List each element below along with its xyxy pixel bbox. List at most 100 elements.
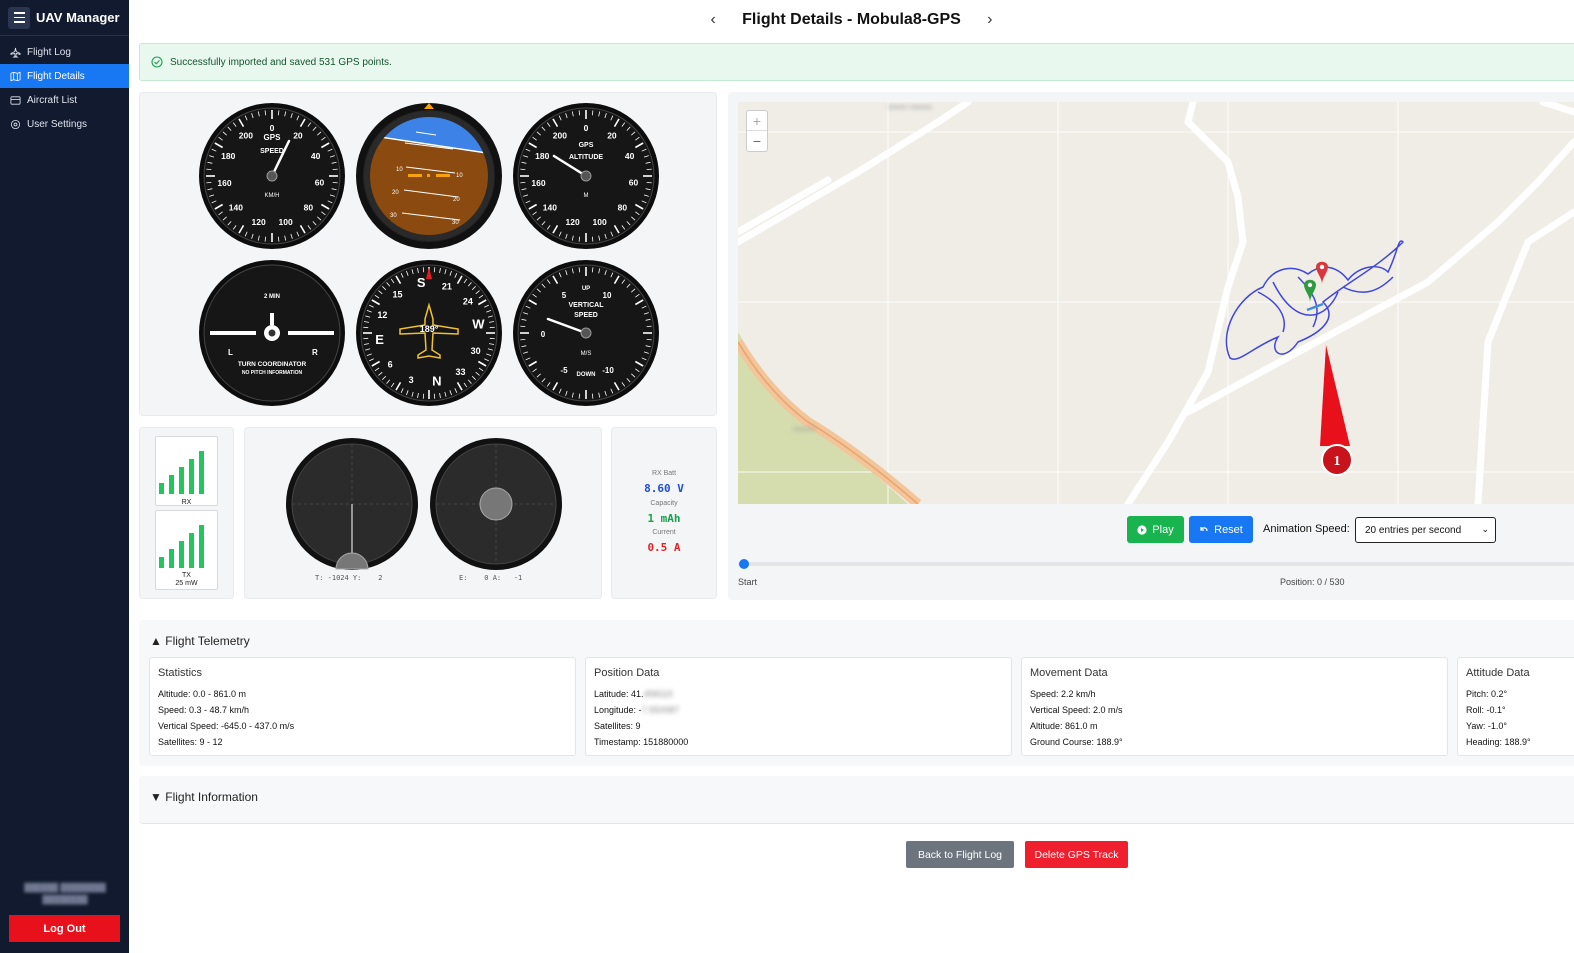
vertical-speed-gauge: UP VERTICAL SPEED M/S DOWN 0 5 10 -5 -10 <box>513 260 659 406</box>
zoom-out-button[interactable]: − <box>747 131 767 151</box>
gauge-tick-label: 12 <box>377 310 387 320</box>
sidebar-header: UAV Manager <box>0 0 129 36</box>
gauge-tick-label: 140 <box>229 203 243 213</box>
gauge-tick-label: N <box>432 374 441 389</box>
vspeed-tick-label: 0 <box>541 330 546 339</box>
card-title: Attitude Data <box>1466 667 1530 679</box>
gauge-tick-label: 60 <box>629 178 639 188</box>
sidebar-item-flight-details[interactable]: Flight Details <box>0 64 129 88</box>
attitude-data-card: Attitude Data Pitch: 0.2° Roll: -0.1° Ya… <box>1457 657 1574 756</box>
previous-flight-icon[interactable]: ‹ <box>706 11 720 29</box>
card-title: Statistics <box>158 667 203 679</box>
gauge-tick-label: 160 <box>217 178 231 188</box>
card-line: Altitude: 0.0 - 861.0 m <box>158 689 247 699</box>
back-to-flight-log-button[interactable]: Back to Flight Log <box>906 841 1014 868</box>
sidebar-item-label: Aircraft List <box>27 94 78 106</box>
card-line: Satellites: 9 <box>594 721 641 731</box>
turn-coordinator-subtitle: NO PITCH INFORMATION <box>242 370 303 376</box>
logout-button[interactable]: Log Out <box>9 915 120 942</box>
card-line: Ground Course: 188.9° <box>1030 737 1123 747</box>
telemetry-toggle[interactable]: ▲ Flight Telemetry <box>150 634 250 648</box>
caret-up-icon: ▲ <box>150 634 162 648</box>
sidebar-item-user-settings[interactable]: User Settings <box>0 112 129 136</box>
page-title: Flight Details - Mobula8-GPS <box>742 11 961 28</box>
speed-gauge-title: GPS <box>264 133 282 142</box>
gauge-tick <box>646 338 652 341</box>
gauge-tick-label: 140 <box>543 203 557 213</box>
gauge-tick <box>591 236 594 242</box>
pitch-mark-label: 30 <box>452 220 459 226</box>
tx-label: TX <box>182 572 191 579</box>
gauge-tick <box>646 325 652 328</box>
card-line: Pitch: 0.2° <box>1466 689 1508 699</box>
card-line: Vertical Speed: 2.0 m/s <box>1030 705 1123 715</box>
gauge-tick <box>646 181 652 184</box>
chevron-down-icon: ⌄ <box>1481 524 1489 534</box>
rx-signal-box: RX <box>155 436 218 506</box>
gauge-tick-label: 0 <box>584 123 589 133</box>
altitude-gauge-title: GPS <box>579 142 594 149</box>
animation-speed-select[interactable]: 20 entries per second ⌄ <box>1355 517 1496 543</box>
speed-gauge-subtitle: SPEED <box>260 148 284 155</box>
right-stick-readout: E: 0 A: -1 <box>459 574 523 582</box>
sidebar-item-label: Flight Log <box>27 46 71 58</box>
delete-gps-track-button[interactable]: Delete GPS Track <box>1025 841 1128 868</box>
gauge-tick <box>520 325 526 328</box>
vspeed-tick-label: -5 <box>560 366 568 375</box>
vspeed-down-label: DOWN <box>577 372 596 378</box>
card-line: Latitude: 41.458115 <box>594 686 1011 702</box>
pitch-mark-label: 10 <box>396 167 403 173</box>
sidebar-item-flight-log[interactable]: Flight Log <box>0 40 129 64</box>
card-line: Vertical Speed: -645.0 - 437.0 m/s <box>158 721 295 731</box>
gauge-tick-label: 100 <box>279 217 293 227</box>
turn-right-label: R <box>312 348 318 357</box>
flight-map[interactable]: + − ▪▪▪▪▪▪ ▪▪▪▪▪▪▪ ▪▪▪▪▪▪▪ 1 <box>738 102 1574 504</box>
gauge-tick-label: E <box>375 332 384 347</box>
altitude-gauge-unit: M <box>584 193 589 199</box>
gauge-tick-label: W <box>472 316 485 331</box>
playback-slider-handle[interactable] <box>739 559 749 569</box>
vspeed-up-label: UP <box>582 286 590 292</box>
tx-signal-box: TX 25 mW <box>155 510 218 590</box>
rx-label: RX <box>181 499 192 506</box>
gauge-tick-label: 6 <box>388 360 393 370</box>
gauge-tick-label: 0 <box>270 123 275 133</box>
gauge-tick <box>264 236 267 242</box>
sidebar-item-aircraft-list[interactable]: Aircraft List <box>0 88 129 112</box>
list-icon <box>10 95 21 105</box>
gauge-tick <box>591 110 594 116</box>
playback-controls: Play Reset Animation Speed: 20 entries p… <box>728 516 1574 546</box>
menu-icon[interactable] <box>8 6 30 29</box>
gauge-tick-label: 180 <box>221 151 235 161</box>
callout-badge: 1 <box>1321 444 1353 476</box>
gauge-tick-label: 160 <box>531 178 545 188</box>
animation-speed-value: 20 entries per second <box>1365 524 1462 536</box>
gauge-tick-label: 100 <box>593 217 607 227</box>
zoom-in-button[interactable]: + <box>747 111 767 131</box>
sticks-panel: T: -1024 Y: 2 E: 0 A: -1 <box>244 427 602 599</box>
right-stick-display <box>430 438 562 570</box>
playback-slider[interactable] <box>738 562 1574 566</box>
map-place-label: ▪▪▪▪▪▪ ▪▪▪▪▪▪▪ <box>888 102 932 112</box>
gauge-tick-label: 200 <box>553 131 567 141</box>
gauge-tick <box>578 393 581 399</box>
alert-message: Successfully imported and saved 531 GPS … <box>170 56 392 68</box>
sidebar-item-label: Flight Details <box>27 70 85 82</box>
reset-button[interactable]: Reset <box>1189 516 1253 543</box>
longitude-value: Longitude: - <box>594 705 642 715</box>
card-line: Altitude: 861.0 m <box>1030 721 1098 731</box>
card-line: Speed: 2.2 km/h <box>1030 689 1096 699</box>
gps-speed-gauge: GPS SPEED KM/H 0 20 40 60 80 100 120 140 160 180 2… <box>199 103 345 249</box>
telemetry-title: Flight Telemetry <box>165 634 250 648</box>
next-flight-icon[interactable]: › <box>983 11 997 29</box>
gauge-tick-label: 20 <box>293 131 303 141</box>
sidebar-item-label: User Settings <box>27 118 88 130</box>
pitch-mark-label: 20 <box>392 190 399 196</box>
vspeed-unit: M/S <box>581 351 592 357</box>
card-line: Yaw: -1.0° <box>1466 721 1507 731</box>
flight-information-toggle[interactable]: ▼ Flight Information <box>150 790 258 804</box>
gauge-tick <box>520 338 526 341</box>
turn-left-label: L <box>228 348 233 357</box>
position-data-card: Position Data Latitude: 41.458115 Longit… <box>585 657 1012 756</box>
play-button[interactable]: Play <box>1127 516 1184 543</box>
